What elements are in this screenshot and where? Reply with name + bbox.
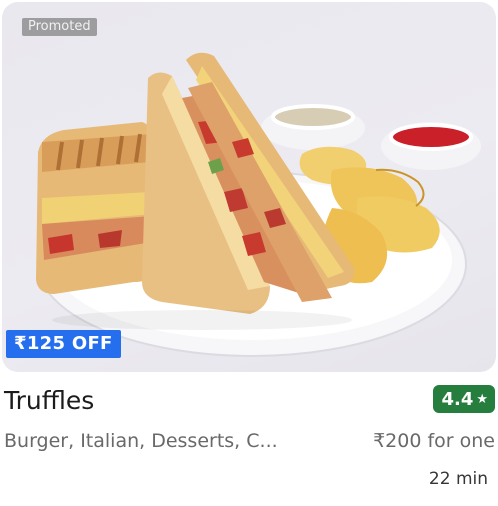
- rating-value: 4.4: [441, 388, 474, 410]
- restaurant-name[interactable]: Truffles: [4, 386, 94, 415]
- delivery-time: 22 min: [428, 469, 488, 489]
- rating-badge: 4.4 ★: [433, 385, 495, 413]
- star-icon: ★: [476, 391, 488, 407]
- price-for-one: ₹200 for one: [373, 430, 495, 452]
- restaurant-card[interactable]: Promoted ₹125 OFF Truffles 4.4 ★ Burger,…: [0, 0, 498, 506]
- cuisine-list: Burger, Italian, Desserts, C...: [4, 430, 278, 452]
- food-image[interactable]: Promoted ₹125 OFF: [2, 2, 496, 372]
- promoted-badge: Promoted: [22, 18, 97, 36]
- offer-badge: ₹125 OFF: [6, 330, 121, 358]
- sandwich-photo-illustration: [36, 52, 481, 357]
